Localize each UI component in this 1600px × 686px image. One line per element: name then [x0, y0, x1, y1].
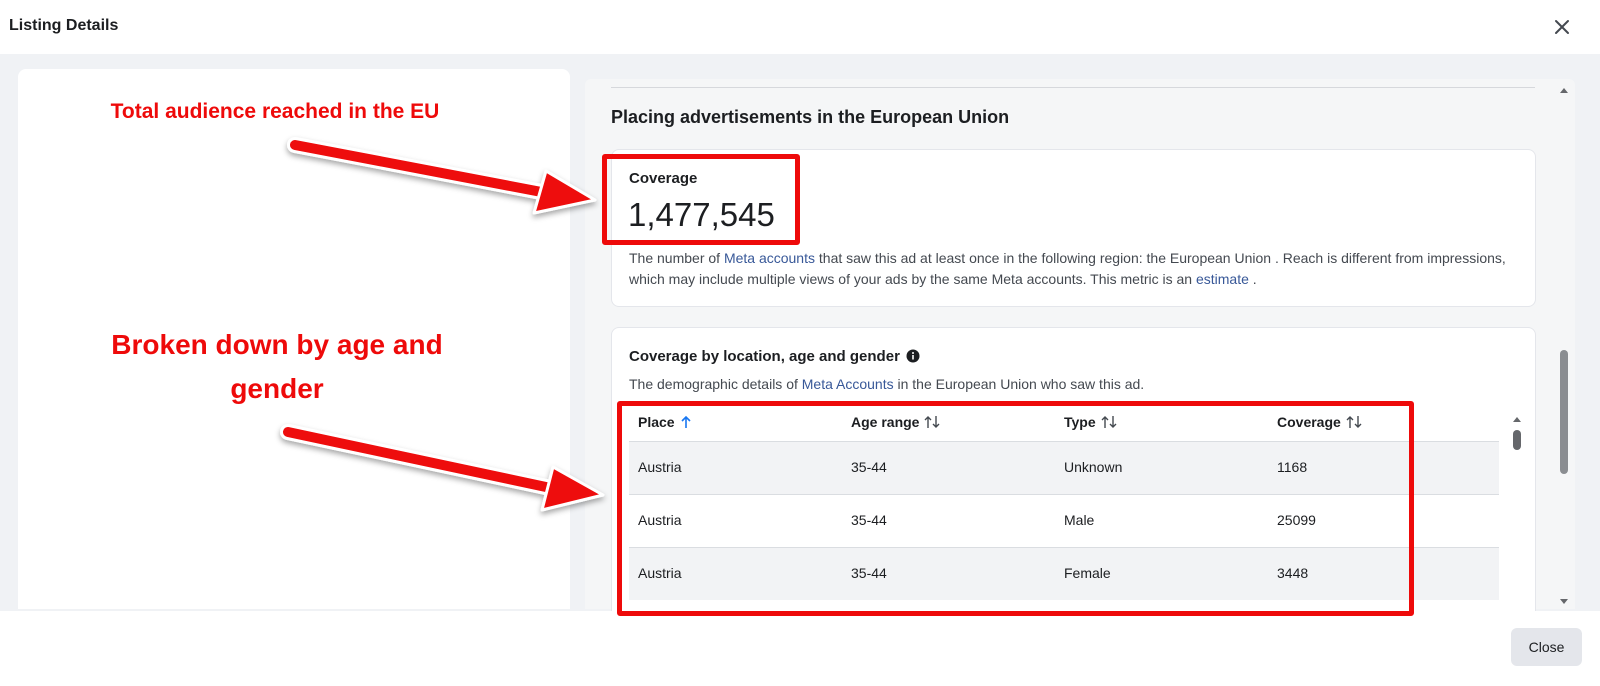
demographics-desc-pre: The demographic details of [629, 376, 802, 392]
dialog-title: Listing Details [9, 17, 119, 34]
divider [611, 87, 1535, 88]
highlight-box-coverage [602, 154, 800, 245]
dialog-footer: Close [0, 611, 1600, 686]
table-scrollbar[interactable] [1511, 413, 1523, 613]
estimate-link[interactable]: estimate [1196, 271, 1249, 287]
section-title: Placing advertisements in the European U… [611, 107, 1010, 127]
demographics-title-text: Coverage by location, age and gender [629, 348, 900, 365]
meta-accounts-link-2[interactable]: Meta Accounts [802, 376, 894, 392]
coverage-description: The number of Meta accounts that saw thi… [629, 248, 1519, 290]
annotation-total-audience: Total audience reached in the EU [110, 100, 440, 123]
coverage-desc-post: . [1248, 271, 1257, 287]
panel-scrollbar[interactable] [1557, 82, 1571, 606]
close-x-icon[interactable] [1548, 13, 1576, 41]
dialog-header: Listing Details [0, 0, 1600, 54]
annotation-breakdown-line1: Broken down by age and [111, 329, 443, 360]
demographics-title: Coverage by location, age and gender [629, 348, 920, 365]
annotation-breakdown-line2: gender [230, 373, 324, 404]
close-button[interactable]: Close [1511, 628, 1582, 666]
demographics-description: The demographic details of Meta Accounts… [629, 376, 1144, 392]
meta-accounts-link[interactable]: Meta accounts [724, 250, 815, 266]
demographics-desc-post: in the European Union who saw this ad. [893, 376, 1145, 392]
info-icon[interactable] [906, 349, 920, 363]
highlight-box-table [617, 401, 1414, 616]
annotation-breakdown: Broken down by age and gender [92, 323, 462, 411]
coverage-desc-pre: The number of [629, 250, 724, 266]
